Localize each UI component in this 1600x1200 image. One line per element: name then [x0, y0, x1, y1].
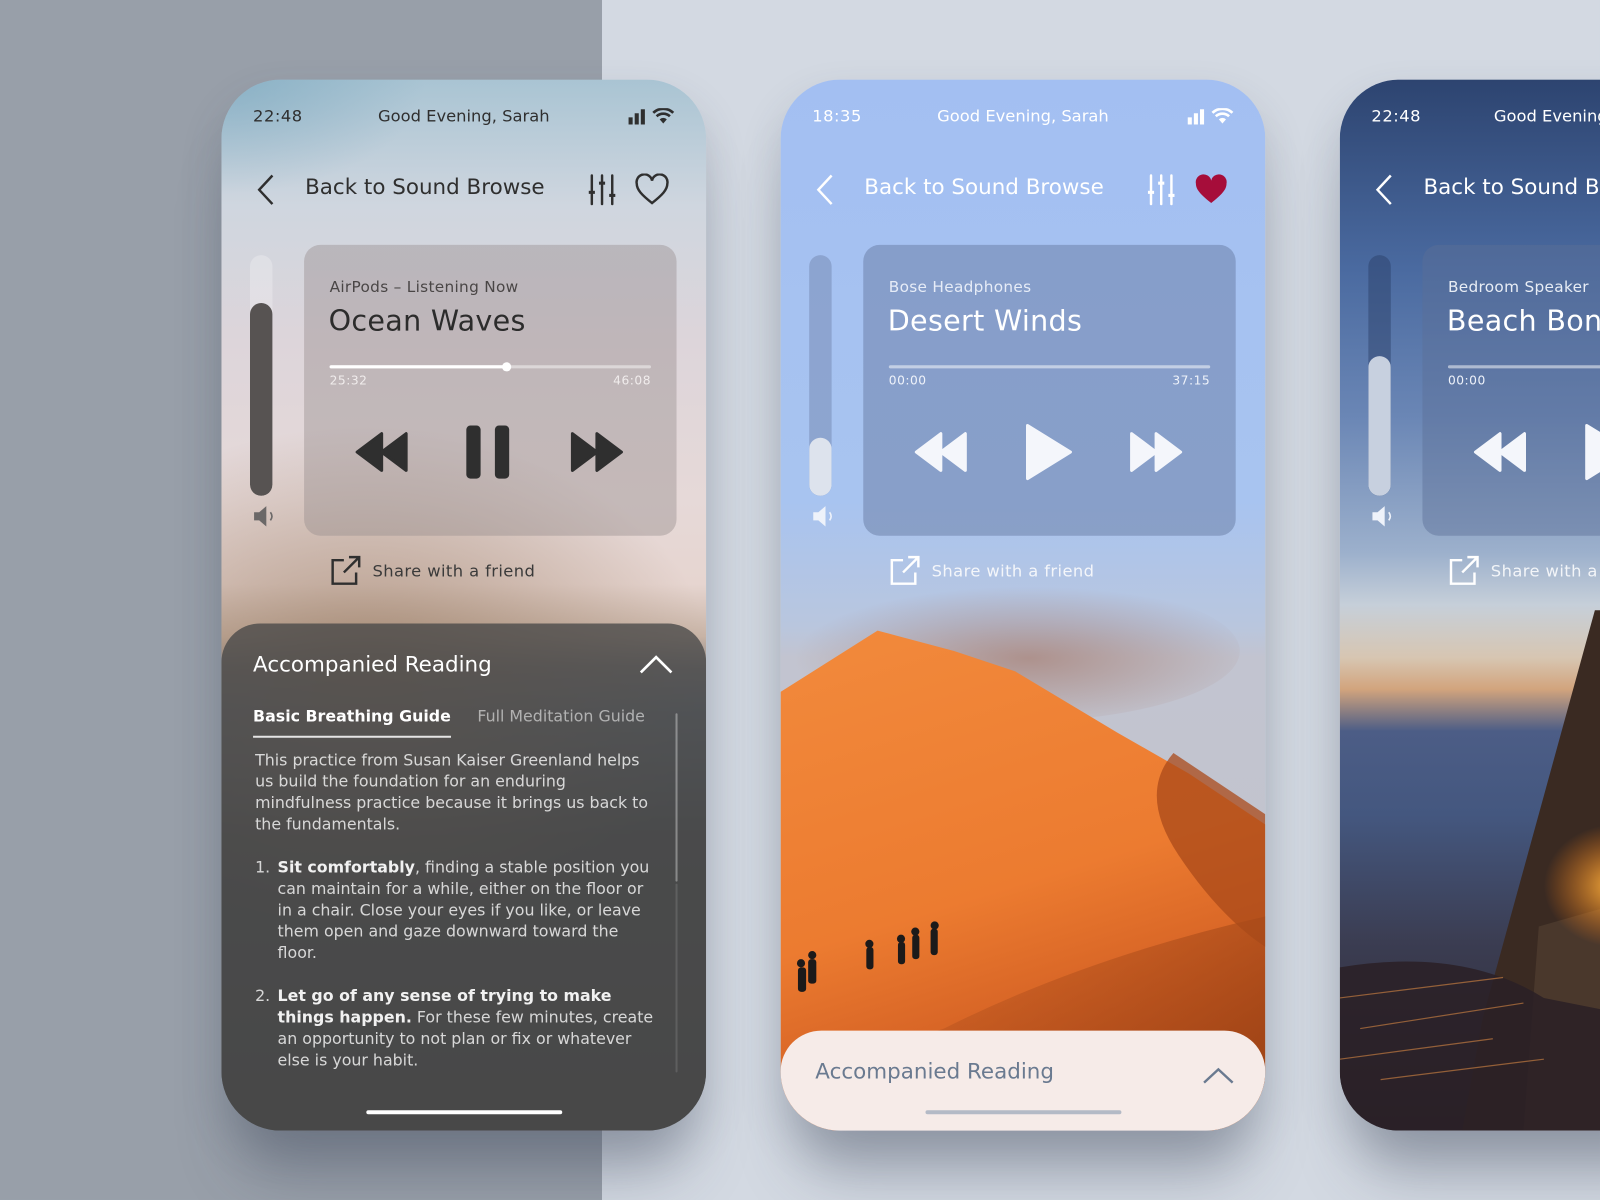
reading-panel-title: Accompanied Reading	[815, 1059, 1054, 1084]
reading-steps-list: 1. Sit comfortably, finding a stable posi…	[255, 857, 658, 1071]
accompanied-reading-panel: Accompanied Reading Basic Breathing Guid…	[221, 623, 707, 1131]
status-time: 22:48	[1371, 106, 1422, 126]
reading-scrollbar-thumb[interactable]	[675, 713, 678, 882]
desert-dune-background-image	[780, 579, 1266, 1131]
back-to-sound-browse-link[interactable]: Back to Sound Browse	[864, 174, 1103, 198]
now-playing-card: AirPods – Listening Now Ocean Waves 25:3…	[304, 244, 677, 536]
phone-screen-beach-bonfire: 22:48 Good Evening, Sarah Back to Sound …	[1339, 79, 1600, 1131]
bonfire-background-image	[1339, 610, 1600, 1131]
step-emphasis: Sit comfortably	[277, 858, 415, 877]
status-bar: 18:35 Good Evening, Sarah	[812, 106, 1234, 130]
home-indicator[interactable]	[924, 1110, 1121, 1115]
accompanied-reading-panel-collapsed[interactable]: Accompanied Reading	[780, 1030, 1266, 1131]
output-device-label: Bose Headphones	[888, 277, 1032, 296]
wifi-icon	[652, 108, 675, 124]
volume-slider[interactable]	[1368, 255, 1391, 496]
fast-forward-button[interactable]	[1126, 423, 1183, 480]
playback-progress-bar[interactable]	[329, 362, 652, 372]
speaker-volume-icon	[254, 506, 273, 527]
share-external-icon	[331, 555, 361, 585]
greeting-text: Good Evening, Sarah	[937, 106, 1109, 126]
elapsed-time: 00:00	[1447, 373, 1486, 388]
progress-scrubber-handle[interactable]	[502, 362, 512, 372]
volume-level-fill	[809, 438, 832, 496]
greeting-text: Good Evening, Sarah	[377, 106, 550, 126]
elapsed-time: 00:00	[888, 373, 927, 388]
reading-step: 1. Sit comfortably, finding a stable posi…	[255, 858, 650, 963]
play-button[interactable]	[1019, 423, 1076, 481]
heart-filled-icon[interactable]	[1194, 173, 1229, 206]
status-bar: 22:48 Good Evening, Sarah	[253, 106, 675, 130]
playback-progress-bar[interactable]	[1447, 365, 1600, 369]
share-with-friend-button[interactable]: Share with a friend	[330, 554, 536, 587]
volume-slider[interactable]	[809, 255, 832, 496]
rewind-button[interactable]	[914, 423, 971, 480]
share-label: Share with a friend	[372, 560, 536, 581]
wifi-icon	[1211, 108, 1234, 124]
chevron-up-icon[interactable]	[639, 654, 674, 674]
pause-button[interactable]	[460, 423, 517, 480]
now-playing-card: Bedroom Speaker Beach Bonfire 00:00	[1422, 244, 1600, 536]
total-duration: 37:15	[1172, 373, 1211, 388]
home-indicator[interactable]	[365, 1110, 562, 1115]
tab-basic-breathing-guide[interactable]: Basic Breathing Guide	[253, 707, 451, 738]
reading-intro: This practice from Susan Kaiser Greenlan…	[255, 751, 649, 834]
status-bar: 22:48 Good Evening, Sarah	[1371, 106, 1600, 130]
share-label: Share with a friend	[931, 560, 1095, 581]
fast-forward-button[interactable]	[566, 423, 623, 480]
share-with-friend-button[interactable]: Share with a friend	[889, 554, 1095, 587]
volume-level-fill	[249, 303, 273, 496]
equalizer-settings-icon[interactable]	[1147, 173, 1176, 206]
track-title: Desert Winds	[887, 304, 1083, 338]
chevron-up-icon[interactable]	[1202, 1066, 1235, 1084]
reading-tabs: Basic Breathing Guide Full Meditation Gu…	[253, 707, 645, 738]
speaker-volume-icon	[1372, 506, 1392, 527]
phone-screen-desert-winds: 18:35 Good Evening, Sarah Back to Sound …	[780, 79, 1266, 1131]
share-with-friend-button[interactable]: Share with a friend	[1448, 554, 1600, 587]
phone-screen-ocean-waves: 22:48 Good Evening, Sarah Back to Sound …	[221, 79, 707, 1131]
cellular-signal-icon	[1187, 109, 1205, 125]
speaker-volume-icon	[813, 506, 832, 527]
nav-bar: Back to Sound Browse	[1372, 169, 1600, 210]
play-button[interactable]	[1579, 423, 1600, 481]
rewind-button[interactable]	[355, 423, 412, 480]
playback-progress-bar[interactable]	[888, 365, 1211, 369]
track-title: Ocean Waves	[328, 304, 526, 338]
progress-played	[329, 365, 507, 369]
volume-slider[interactable]	[249, 255, 273, 496]
chevron-left-icon[interactable]	[1372, 173, 1396, 206]
track-title: Beach Bonfire	[1446, 304, 1600, 338]
heart-outline-icon[interactable]	[635, 173, 670, 206]
volume-level-fill	[1368, 356, 1391, 496]
greeting-text: Good Evening, Sarah	[1493, 106, 1600, 126]
rewind-button[interactable]	[1473, 423, 1530, 480]
back-to-sound-browse-link[interactable]: Back to Sound Browse	[1423, 174, 1600, 198]
now-playing-card: Bose Headphones Desert Winds 00:00 37:15	[863, 244, 1236, 536]
tab-full-meditation-guide[interactable]: Full Meditation Guide	[477, 707, 645, 738]
elapsed-time: 25:32	[329, 373, 368, 388]
nav-bar: Back to Sound Browse	[254, 169, 673, 210]
back-to-sound-browse-link[interactable]: Back to Sound Browse	[305, 174, 544, 198]
equalizer-settings-icon[interactable]	[588, 173, 617, 206]
reading-step: 2. Let go of any sense of trying to make …	[255, 986, 654, 1070]
total-duration: 46:08	[613, 373, 652, 388]
reading-panel-title: Accompanied Reading	[253, 652, 492, 677]
cellular-signal-icon	[628, 109, 645, 125]
output-device-label: AirPods – Listening Now	[329, 277, 519, 296]
chevron-left-icon[interactable]	[813, 173, 837, 206]
reading-scrollbar-track[interactable]	[675, 883, 678, 1073]
share-external-icon	[890, 555, 920, 585]
share-external-icon	[1449, 555, 1479, 585]
reading-body: This practice from Susan Kaiser Greenlan…	[255, 750, 658, 1093]
output-device-label: Bedroom Speaker	[1447, 277, 1589, 296]
chevron-left-icon[interactable]	[254, 173, 278, 206]
share-label: Share with a friend	[1490, 560, 1600, 581]
nav-bar: Back to Sound Browse	[813, 169, 1232, 210]
